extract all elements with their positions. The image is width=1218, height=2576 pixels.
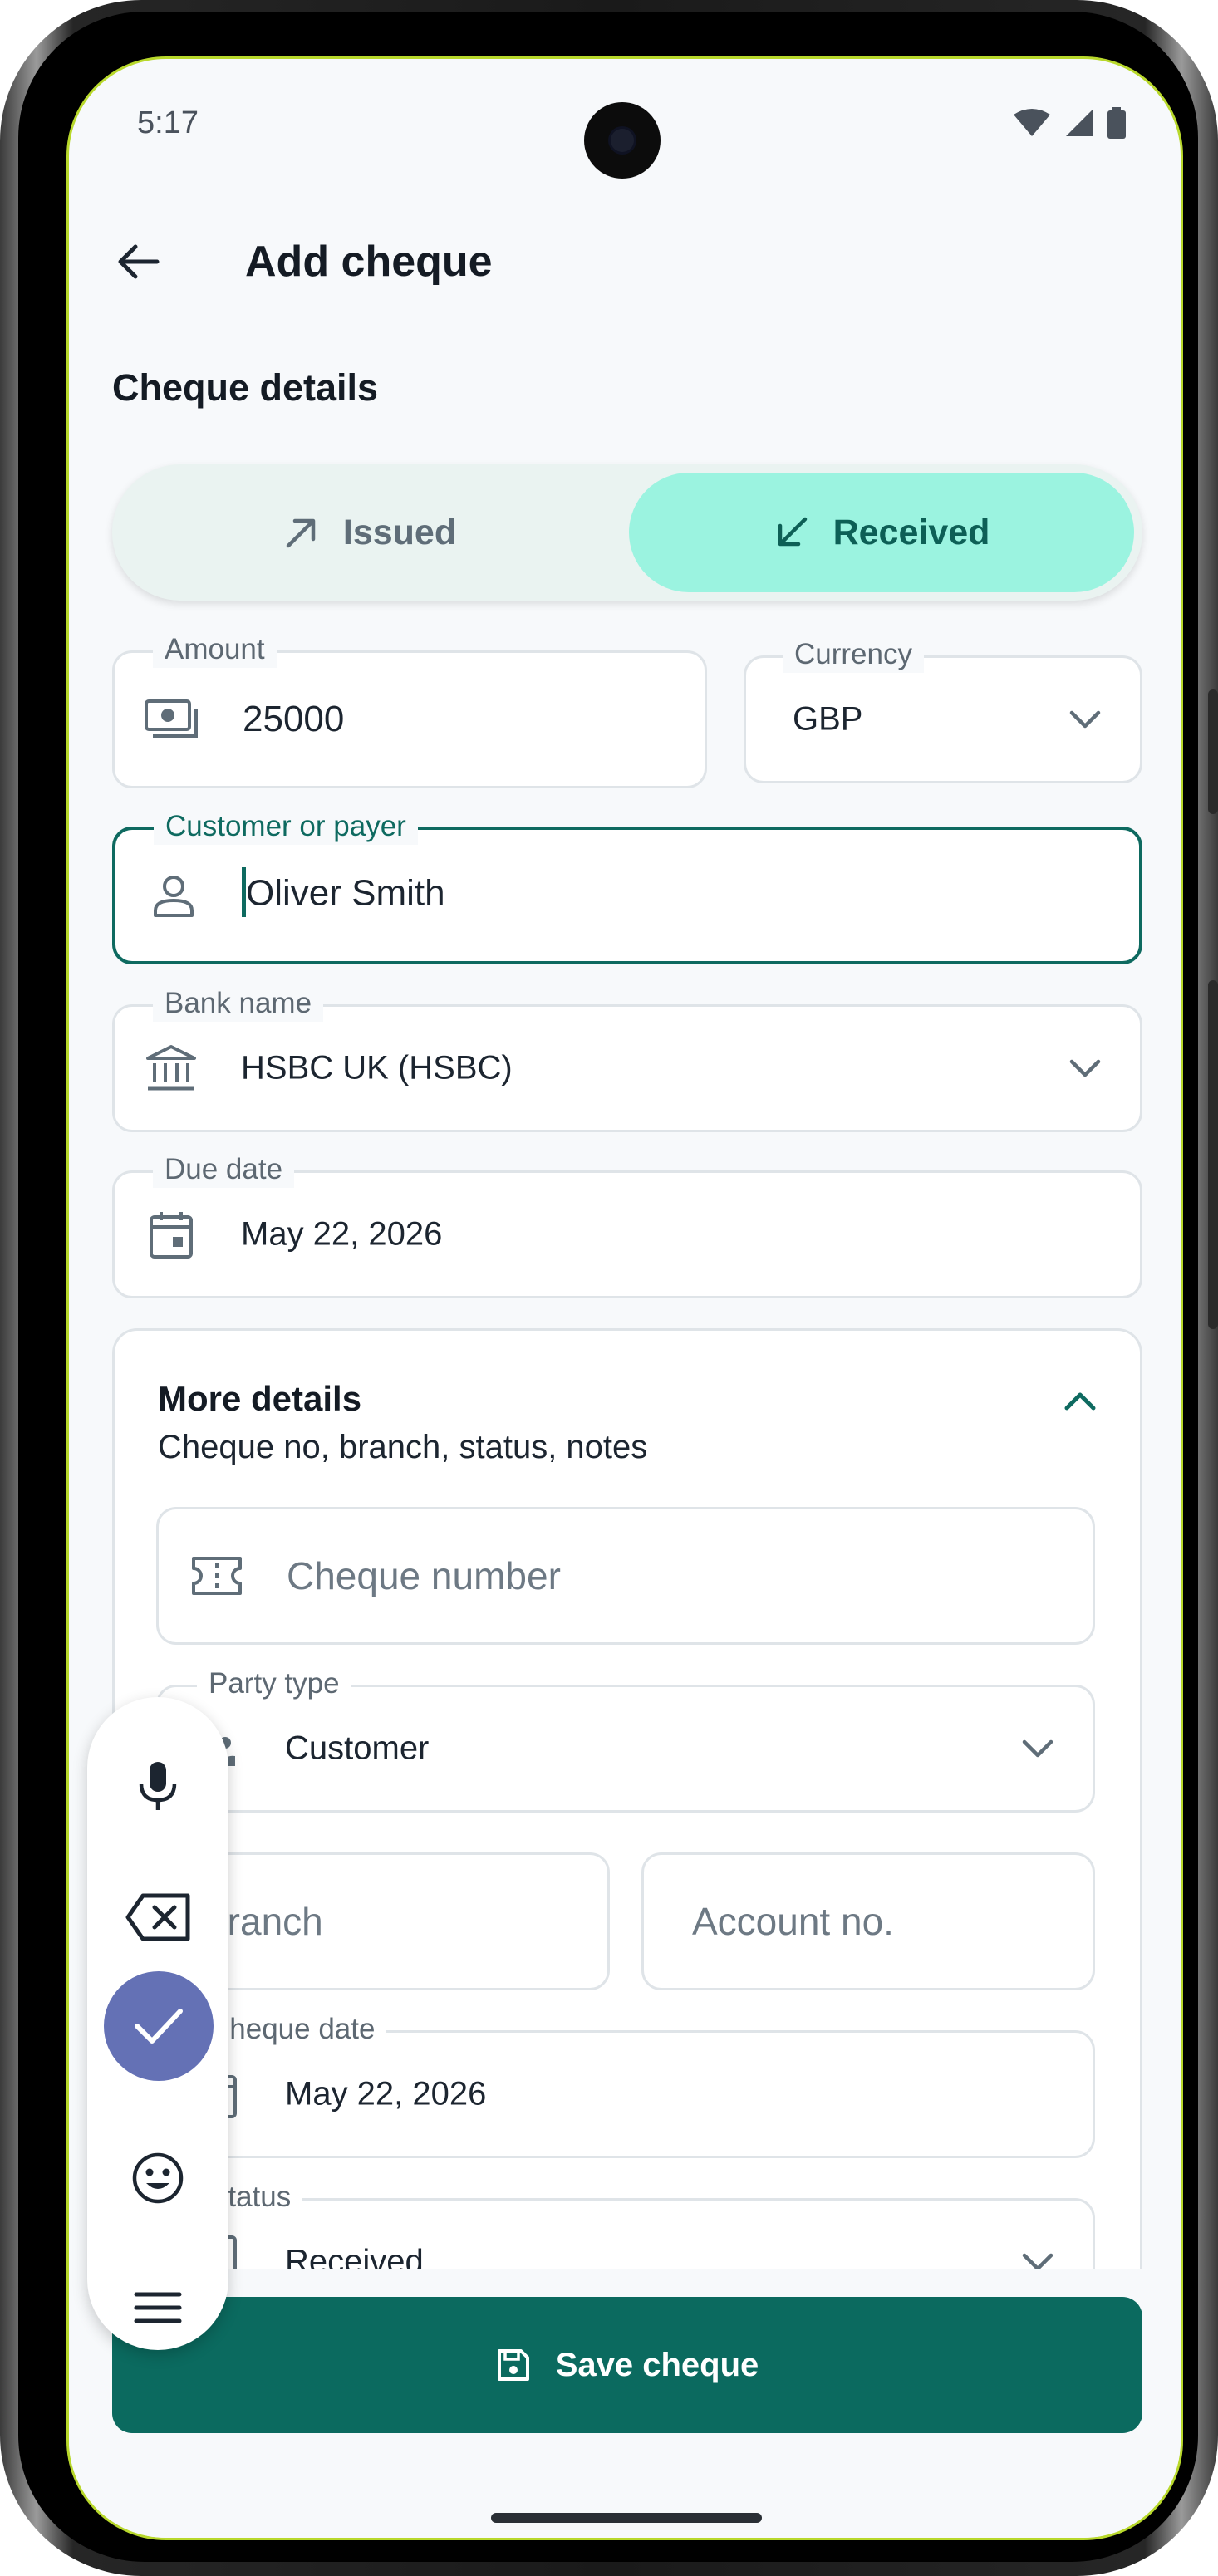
- bank-icon: [146, 1045, 196, 1091]
- power-button: [1208, 980, 1218, 1329]
- page-title: Add cheque: [245, 238, 493, 286]
- phone-bezel: 5:17 Add cheque Cheque details Issued Re…: [18, 12, 1198, 2562]
- home-indicator[interactable]: [491, 2513, 762, 2523]
- section-title: Cheque details: [112, 366, 379, 409]
- party-type-label: Party type: [197, 1666, 351, 1702]
- direction-toggle: Issued Received: [112, 464, 1142, 601]
- save-cheque-button[interactable]: Save cheque: [112, 2297, 1142, 2433]
- more-details-card: More details Cheque no, branch, status, …: [112, 1328, 1142, 2326]
- chevron-down-icon: [1069, 710, 1101, 729]
- emoji-button[interactable]: [87, 2124, 228, 2232]
- currency-label: Currency: [783, 636, 924, 673]
- party-type-value: Customer: [285, 1730, 430, 1767]
- signal-icon: [1066, 110, 1093, 136]
- party-type-select[interactable]: Party type Customer: [156, 1666, 1095, 1813]
- chevron-down-icon: [1069, 1059, 1101, 1077]
- battery-icon: [1107, 107, 1126, 139]
- received-label: Received: [832, 512, 990, 552]
- chevron-down-icon: [1022, 1739, 1053, 1758]
- done-button[interactable]: [104, 1971, 214, 2081]
- account-no-placeholder: Account no.: [692, 1900, 894, 1943]
- status-icons: [1013, 107, 1126, 139]
- bank-value: HSBC UK (HSBC): [241, 1049, 513, 1087]
- mic-icon: [139, 1762, 177, 1810]
- bank-select[interactable]: Bank name HSBC UK (HSBC): [112, 985, 1142, 1132]
- menu-button[interactable]: [87, 2254, 228, 2362]
- amount-field[interactable]: Amount 25000: [112, 631, 707, 788]
- chevron-up-icon[interactable]: [1063, 1391, 1097, 1412]
- more-details-subtitle: Cheque no, branch, status, notes: [158, 1429, 648, 1465]
- volume-up-button: [1208, 689, 1218, 814]
- save-icon: [497, 2349, 529, 2381]
- arrow-down-left-icon: [778, 517, 807, 547]
- phone-frame: 5:17 Add cheque Cheque details Issued Re…: [0, 0, 1218, 2576]
- front-camera: [584, 102, 661, 179]
- cheque-number-field[interactable]: Cheque number: [156, 1507, 1095, 1645]
- currency-value: GBP: [793, 700, 863, 738]
- status-time: 5:17: [137, 105, 199, 140]
- due-date-value: May 22, 2026: [241, 1215, 443, 1253]
- received-option[interactable]: Received: [629, 473, 1134, 592]
- backspace-icon: [125, 1893, 190, 1941]
- save-cheque-label: Save cheque: [555, 2346, 759, 2383]
- screen: 5:17 Add cheque Cheque details Issued Re…: [66, 56, 1183, 2540]
- calendar-icon: [150, 1212, 193, 1259]
- issued-label: Issued: [342, 512, 457, 552]
- bank-label: Bank name: [153, 985, 324, 1022]
- wifi-icon: [1014, 109, 1050, 136]
- menu-icon: [134, 2292, 182, 2323]
- mic-button[interactable]: [87, 1732, 228, 1840]
- customer-value: Oliver Smith: [246, 872, 445, 914]
- emoji-icon: [132, 2152, 184, 2204]
- arrow-up-right-icon: [286, 518, 316, 548]
- due-date-label: Due date: [153, 1151, 295, 1188]
- due-date-field[interactable]: Due date May 22, 2026: [112, 1151, 1142, 1298]
- customer-field[interactable]: Customer or payer Oliver Smith: [112, 808, 1142, 964]
- more-details-title: More details: [158, 1379, 362, 1418]
- keyboard-toolbar: [87, 1697, 228, 2350]
- cheque-date-field[interactable]: Cheque date May 22, 2026: [156, 2011, 1095, 2158]
- amount-label: Amount: [153, 631, 277, 668]
- person-icon: [154, 876, 194, 917]
- backspace-button[interactable]: [87, 1863, 228, 1971]
- currency-select[interactable]: Currency GBP: [744, 636, 1142, 783]
- issued-option[interactable]: Issued: [120, 473, 619, 592]
- amount-value: 25000: [243, 699, 345, 739]
- account-no-field[interactable]: Account no.: [641, 1852, 1095, 1990]
- customer-input[interactable]: Oliver Smith: [242, 867, 445, 920]
- text-cursor: [242, 867, 246, 917]
- customer-label: Customer or payer: [154, 808, 418, 845]
- cheque-date-value: May 22, 2026: [285, 2075, 487, 2112]
- back-arrow-icon[interactable]: [112, 235, 165, 288]
- ticket-icon: [192, 1557, 242, 1595]
- cash-icon: [145, 699, 198, 738]
- check-icon: [135, 2009, 183, 2044]
- cheque-number-placeholder: Cheque number: [287, 1554, 561, 1597]
